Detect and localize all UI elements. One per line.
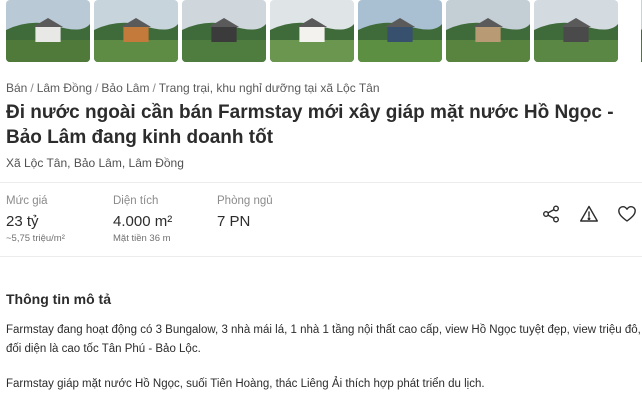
photo-gallery: [0, 0, 642, 62]
photo-cafe-house[interactable]: [270, 0, 354, 62]
bedrooms-value: 7 PN: [217, 213, 251, 230]
breadcrumb-item-category[interactable]: Trang trại, khu nghỉ dưỡng tại xã Lộc Tâ…: [159, 81, 380, 95]
photo-bungalow-hill[interactable]: [6, 0, 90, 62]
area-label: Diện tích: [113, 195, 159, 207]
listing-actions: [541, 204, 637, 224]
description-paragraph: Farmstay giáp mặt nước Hồ Ngọc, suối Tiê…: [6, 378, 485, 390]
report-icon[interactable]: [579, 204, 599, 224]
photo-mural-wall[interactable]: [94, 0, 178, 62]
breadcrumb-separator: /: [30, 81, 34, 95]
photo-people-lake[interactable]: [182, 0, 266, 62]
description-heading: Thông tin mô tả: [6, 291, 111, 307]
listing-address: Xã Lộc Tân, Bảo Lâm, Lâm Đồng: [6, 156, 184, 170]
photo-lakeside-lawn[interactable]: [358, 0, 442, 62]
divider: [0, 182, 642, 183]
area-value: 4.000 m²: [113, 213, 173, 230]
share-icon[interactable]: [541, 204, 561, 224]
frontage-value: Mặt tiền 36 m: [113, 233, 171, 244]
favorite-icon[interactable]: [617, 204, 637, 224]
photo-cabins-path[interactable]: [534, 0, 618, 62]
bedrooms-label: Phòng ngủ: [217, 195, 273, 207]
divider: [0, 256, 642, 257]
stat-price: Mức giá 23 tỷ ~5,75 triệu/m²: [6, 195, 65, 244]
breadcrumb-item-province[interactable]: Lâm Đồng: [37, 81, 92, 95]
price-label: Mức giá: [6, 195, 48, 207]
breadcrumb-item-district[interactable]: Bảo Lâm: [101, 81, 149, 95]
stat-bedrooms: Phòng ngủ 7 PN: [217, 195, 273, 230]
listing-title: Đi nước ngoài cần bán Farmstay mới xây g…: [6, 102, 614, 148]
breadcrumb-separator: /: [152, 81, 156, 95]
price-value: 23 tỷ: [6, 213, 39, 230]
description-paragraph: Farmstay đang hoạt động có 3 Bungalow, 3…: [6, 324, 641, 355]
price-per-m2: ~5,75 triệu/m²: [6, 233, 65, 244]
photo-partial[interactable]: [622, 0, 642, 62]
stat-area: Diện tích 4.000 m² Mặt tiền 36 m: [113, 195, 172, 244]
photo-garden-huts[interactable]: [446, 0, 530, 62]
breadcrumb-separator: /: [95, 81, 99, 95]
breadcrumb: Bán / Lâm Đồng / Bảo Lâm / Trang trại, khu ngh…: [6, 81, 380, 95]
breadcrumb-item-sale[interactable]: Bán: [6, 81, 27, 95]
